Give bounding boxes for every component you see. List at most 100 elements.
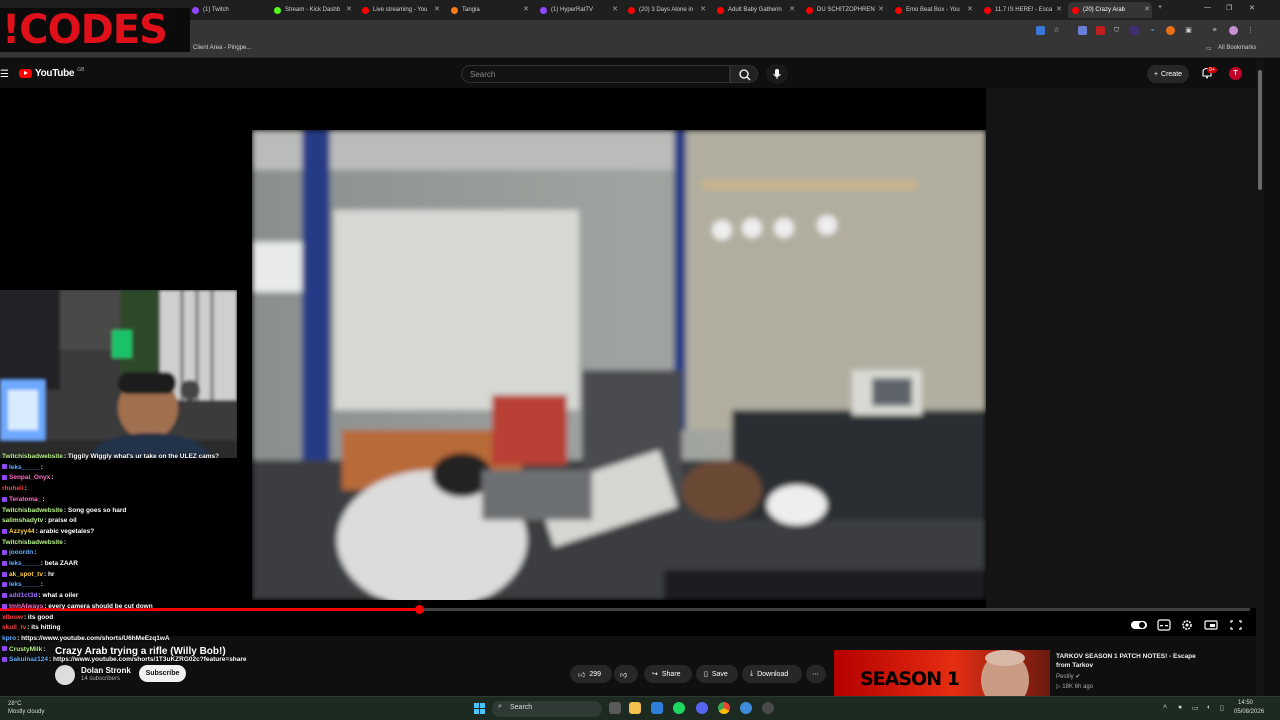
window-close-button[interactable]: ✕ — [1249, 4, 1255, 12]
chat-username: Teratoma_ — [9, 495, 42, 503]
file-explorer-icon[interactable] — [629, 702, 641, 714]
extension-icon[interactable] — [1166, 26, 1175, 35]
youtube-logo[interactable]: YouTube GB — [19, 67, 84, 79]
new-tab-button[interactable]: + — [1158, 4, 1162, 11]
tab-3-days-alone[interactable]: (20) 3 Days Alone in ✕ — [624, 2, 708, 18]
save-button[interactable]: ▯ Save — [696, 665, 738, 683]
more-actions-button[interactable]: ⋯ — [806, 665, 826, 683]
clock-time[interactable]: 14:50 — [1238, 700, 1253, 706]
chat-message: ak_spot_tv: hr — [2, 570, 302, 581]
live-icon: ▷ — [1056, 684, 1061, 690]
video-frame[interactable] — [252, 88, 986, 600]
obs-icon[interactable] — [762, 702, 774, 714]
close-icon[interactable]: ✕ — [346, 5, 352, 13]
tab-adult-baby[interactable]: Adult Baby Gatherin ✕ — [713, 2, 797, 18]
chat-message: rhuheli: — [2, 485, 27, 493]
extension-icon[interactable] — [1078, 26, 1087, 35]
channel-name[interactable]: Dolan Stronk — [81, 666, 131, 675]
shield-icon[interactable]: ⛉ — [1112, 26, 1121, 35]
chat-username: leks_____ — [9, 560, 40, 568]
close-icon[interactable]: ✕ — [967, 5, 973, 13]
recommended-video-title[interactable]: TARKOV SEASON 1 PATCH NOTES! - Escape fr… — [1056, 652, 1206, 670]
store-icon[interactable] — [651, 702, 663, 714]
close-icon[interactable]: ✕ — [523, 5, 529, 13]
tab-emo-beat-box[interactable]: Emo Beat Box - You ✕ — [891, 2, 975, 18]
recommended-channel-name[interactable]: Pestily ✔ — [1056, 673, 1080, 680]
spotify-icon[interactable] — [673, 702, 685, 714]
subscriber-badge-icon — [2, 582, 7, 588]
volume-icon[interactable]: ◖ — [1206, 704, 1210, 711]
chat-message: CrustyMilk: — [2, 645, 302, 656]
settings-gear-icon[interactable] — [1180, 619, 1194, 631]
search-input[interactable]: Search — [461, 65, 730, 83]
tab-hyperrattv[interactable]: (1) HyperRatTV ✕ — [536, 2, 620, 18]
subscriber-badge-icon — [2, 603, 7, 609]
channel-avatar[interactable] — [55, 665, 75, 685]
microphone-icon — [773, 69, 781, 79]
autoplay-toggle-icon[interactable] — [1131, 619, 1147, 631]
taskbar-search[interactable]: ⌕ Search — [492, 701, 602, 717]
more-icon[interactable]: ⋮ — [1246, 26, 1255, 35]
search-icon — [739, 69, 751, 81]
tab-tangia[interactable]: Tangia ✕ — [447, 2, 531, 18]
maximize-button[interactable]: ❐ — [1226, 4, 1232, 12]
dislike-button[interactable]: 👎︎ — [614, 665, 638, 683]
face-image — [981, 650, 1029, 696]
tab-live-streaming[interactable]: Live streaming - You ✕ — [358, 2, 442, 18]
all-bookmarks[interactable]: All Bookmarks — [1218, 45, 1256, 51]
tab-du-schitzophren[interactable]: DU SCHITZOPHREN ✕ — [802, 2, 886, 18]
subtitles-icon[interactable] — [1157, 619, 1171, 631]
profile-icon[interactable] — [1229, 26, 1238, 35]
kick-icon — [274, 6, 281, 14]
close-icon[interactable]: ✕ — [434, 5, 440, 13]
star-icon[interactable]: ☆ — [1052, 26, 1061, 35]
close-icon[interactable]: ✕ — [700, 5, 706, 13]
discord-icon[interactable] — [696, 702, 708, 714]
theater-mode-icon[interactable] — [1204, 619, 1218, 631]
extension-icon[interactable] — [1096, 26, 1105, 35]
subscribe-button[interactable]: Subscribe — [139, 665, 186, 682]
chat-username: add1ct3d — [9, 592, 38, 600]
media-icon[interactable]: ≡ — [1210, 26, 1219, 35]
close-icon[interactable]: ✕ — [1056, 5, 1062, 13]
close-icon[interactable]: ✕ — [789, 5, 795, 13]
hamburger-menu-icon[interactable]: ☰ — [0, 69, 9, 80]
puzzle-icon[interactable]: ▣ — [1184, 26, 1193, 35]
tab-twitch[interactable]: (1) Twitch — [188, 2, 268, 18]
windows-start-icon[interactable] — [474, 703, 485, 714]
task-view-icon[interactable] — [609, 702, 621, 714]
tray-chevron-icon[interactable]: ˄ — [1163, 704, 1167, 711]
download-button[interactable]: ⤓ Download — [742, 665, 802, 683]
clock-date[interactable]: 05/08/2026 — [1234, 709, 1264, 715]
account-avatar[interactable]: T — [1229, 67, 1242, 80]
extension-icon[interactable]: ⌁ — [1148, 26, 1157, 35]
chat-message: salimshadytv: praise oil — [2, 517, 77, 525]
tab-crazy-arab[interactable]: (20) Crazy Arab ✕ — [1068, 2, 1152, 18]
close-icon[interactable]: ✕ — [1144, 5, 1150, 13]
bookmark-client-area[interactable]: Client Area - Pingpe... — [193, 45, 251, 51]
tab-kick-dashboard[interactable]: Stream - Kick Dashb ✕ — [270, 2, 354, 18]
extension-icon[interactable] — [1130, 26, 1139, 35]
app-icon[interactable] — [740, 702, 752, 714]
voice-search-button[interactable] — [766, 64, 788, 84]
tab-tarkov-117[interactable]: 11.7 IS HERE! - Esca ✕ — [980, 2, 1064, 18]
weather-description[interactable]: Mostly cloudy — [8, 709, 44, 715]
network-icon[interactable]: ▭ — [1192, 704, 1199, 712]
weather-temperature[interactable]: 28°C — [8, 701, 21, 707]
fullscreen-icon[interactable] — [1229, 619, 1243, 631]
close-icon[interactable]: ✕ — [612, 5, 618, 13]
scrollbar-thumb[interactable] — [1258, 70, 1262, 190]
search-button[interactable] — [730, 65, 758, 83]
progress-scrubber[interactable] — [414, 605, 424, 614]
chat-username: rhuheli — [2, 485, 24, 493]
close-icon[interactable]: ✕ — [878, 5, 884, 13]
translate-icon[interactable] — [1036, 26, 1045, 35]
like-button[interactable]: 👍︎ 299 — [570, 665, 612, 683]
battery-icon[interactable]: ▯ — [1220, 704, 1224, 712]
recommended-video-thumbnail[interactable]: SEASON 1 — [834, 650, 1050, 696]
microphone-icon[interactable]: ● — [1178, 704, 1182, 711]
create-button[interactable]: + Create — [1147, 65, 1189, 83]
chrome-icon[interactable] — [718, 702, 730, 714]
share-button[interactable]: ↪ Share — [644, 665, 692, 683]
minimize-button[interactable]: — — [1204, 4, 1211, 11]
